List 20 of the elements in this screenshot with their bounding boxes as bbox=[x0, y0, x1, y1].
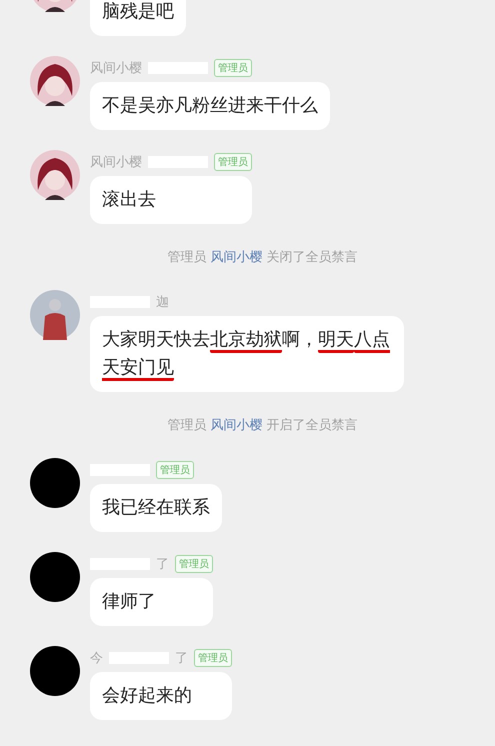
sender-name: 风间小樱 bbox=[90, 154, 142, 171]
sender-name: 了 bbox=[175, 650, 188, 667]
message-bubble: 脑残是吧 bbox=[90, 0, 186, 36]
message-bubble: 不是吴亦凡粉丝进来干什么 bbox=[90, 82, 330, 130]
admin-badge: 管理员 bbox=[175, 555, 213, 573]
message-bubble: 滚出去 bbox=[90, 176, 252, 224]
admin-badge: 管理员 bbox=[214, 153, 252, 171]
admin-badge: 管理员 bbox=[194, 649, 232, 667]
sender-name: 风间小樱 bbox=[90, 60, 142, 77]
sender-name: 迦 bbox=[156, 294, 169, 311]
sender-name: 今 bbox=[90, 650, 103, 667]
sender-name: 了 bbox=[156, 556, 169, 573]
message-bubble: 大家明天快去北京劫狱啊，明天八点天安门见 bbox=[90, 316, 404, 392]
message-bubble: 律师了 bbox=[90, 578, 213, 626]
message-bubble: 会好起来的 bbox=[90, 672, 232, 720]
message-bubble: 我已经在联系 bbox=[90, 484, 222, 532]
admin-badge: 管理员 bbox=[156, 461, 194, 479]
system-notice: 管理员 风间小樱 开启了全员禁言 bbox=[166, 417, 359, 435]
system-notice: 管理员 风间小樱 关闭了全员禁言 bbox=[166, 249, 359, 267]
admin-badge: 管理员 bbox=[214, 59, 252, 77]
